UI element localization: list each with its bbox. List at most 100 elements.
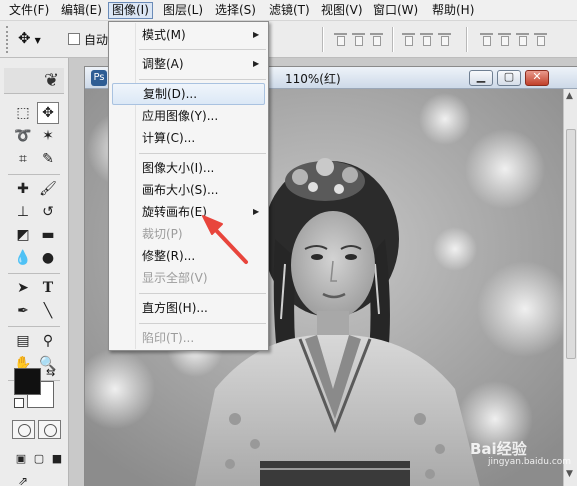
distribute-top-icon[interactable] bbox=[478, 30, 495, 47]
menu-filter[interactable]: 滤镜(T) bbox=[266, 2, 313, 19]
screen-mode-max-icon[interactable]: ■ bbox=[46, 448, 68, 470]
move-arrow-icon: ✥ bbox=[18, 29, 31, 47]
menu-bar: 文件(F) 编辑(E) 图像(I) 图层(L) 选择(S) 滤镜(T) 视图(V… bbox=[0, 0, 577, 21]
align-right-icon[interactable] bbox=[436, 30, 453, 47]
menu-item-apply-image[interactable]: 应用图像(Y)... bbox=[109, 105, 268, 127]
brush-icon[interactable]: 🖌 bbox=[37, 178, 59, 200]
distribute-vcenter-icon[interactable] bbox=[496, 30, 513, 47]
document-title: 110%(红) bbox=[285, 72, 341, 86]
history-brush-icon[interactable]: ↺ bbox=[37, 201, 59, 223]
watermark-text: Bai经验 bbox=[470, 440, 527, 458]
divider bbox=[392, 27, 394, 52]
chevron-down-icon: ▼ bbox=[34, 36, 41, 45]
gradient-icon[interactable]: ▬ bbox=[37, 224, 59, 246]
menu-view[interactable]: 视图(V) bbox=[318, 2, 366, 19]
options-grip[interactable] bbox=[6, 26, 10, 53]
type-icon[interactable]: T bbox=[37, 277, 59, 299]
menu-item-label: 显示全部(V) bbox=[142, 271, 208, 285]
menu-item-label: 模式(M) bbox=[142, 28, 186, 42]
default-colors-icon[interactable] bbox=[14, 398, 24, 408]
menu-item-image-size[interactable]: 图像大小(I)... bbox=[109, 157, 268, 179]
menu-item-adjustments[interactable]: 调整(A) ▶ bbox=[109, 53, 268, 75]
menu-item-label: 调整(A) bbox=[142, 57, 184, 71]
menu-separator bbox=[139, 153, 266, 154]
menu-item-trim[interactable]: 修整(R)... bbox=[109, 245, 268, 267]
menu-edit[interactable]: 编辑(E) bbox=[58, 2, 105, 19]
menu-item-duplicate[interactable]: 复制(D)... bbox=[112, 83, 265, 105]
menu-item-label: 修整(R)... bbox=[142, 249, 196, 263]
lasso-icon[interactable]: ➰ bbox=[12, 125, 34, 147]
align-bottom-icon[interactable] bbox=[368, 30, 385, 47]
notes-icon[interactable]: ▤ bbox=[12, 330, 34, 352]
submenu-arrow-icon: ▶ bbox=[253, 30, 260, 39]
menu-help[interactable]: 帮助(H) bbox=[429, 2, 477, 19]
feather-logo-icon: ❦ bbox=[44, 70, 60, 91]
foreground-color-swatch[interactable] bbox=[14, 368, 41, 395]
menu-item-label: 应用图像(Y)... bbox=[142, 109, 219, 123]
menu-image[interactable]: 图像(I) bbox=[108, 2, 153, 19]
scroll-thumb[interactable] bbox=[566, 129, 576, 359]
magic-wand-icon[interactable]: ✶ bbox=[37, 125, 59, 147]
menu-item-label: 直方图(H)... bbox=[142, 301, 208, 315]
menu-layer[interactable]: 图层(L) bbox=[160, 2, 206, 19]
menu-item-mode[interactable]: 模式(M) ▶ bbox=[109, 24, 268, 46]
dodge-icon[interactable]: ● bbox=[37, 247, 59, 269]
menu-select[interactable]: 选择(S) bbox=[212, 2, 259, 19]
blur-icon[interactable]: 💧 bbox=[12, 247, 34, 269]
menu-item-label: 计算(C)... bbox=[142, 131, 196, 145]
align-hcenter-icon[interactable] bbox=[418, 30, 435, 47]
align-buttons-2 bbox=[400, 30, 454, 48]
close-icon: ✕ bbox=[532, 70, 542, 83]
align-left-icon[interactable] bbox=[400, 30, 417, 47]
marquee-icon[interactable]: ⬚ bbox=[12, 102, 34, 124]
menu-item-rotate-canvas[interactable]: 旋转画布(E) ▶ bbox=[109, 201, 268, 223]
scroll-down-icon[interactable]: ▼ bbox=[566, 469, 573, 479]
divider bbox=[322, 27, 324, 52]
menu-item-reveal-all: 显示全部(V) bbox=[109, 267, 268, 289]
align-top-icon[interactable] bbox=[332, 30, 349, 47]
eyedropper-icon[interactable]: ⚲ bbox=[37, 330, 59, 352]
submenu-arrow-icon: ▶ bbox=[253, 207, 260, 216]
jump-to-imageready-icon[interactable]: ⇗ bbox=[12, 470, 34, 486]
distribute-bottom-icon[interactable] bbox=[514, 30, 531, 47]
menu-item-calculations[interactable]: 计算(C)... bbox=[109, 127, 268, 149]
path-select-icon[interactable]: ➤ bbox=[12, 277, 34, 299]
slice-icon[interactable]: ✎ bbox=[37, 148, 59, 170]
align-vcenter-icon[interactable] bbox=[350, 30, 367, 47]
move-tool-preset[interactable]: ✥ ▼ bbox=[18, 29, 54, 49]
crop-icon[interactable]: ⌗ bbox=[12, 148, 34, 170]
menu-item-canvas-size[interactable]: 画布大小(S)... bbox=[109, 179, 268, 201]
vertical-scrollbar[interactable]: ▲ ▼ bbox=[563, 89, 577, 486]
line-icon[interactable]: ╲ bbox=[37, 300, 59, 322]
clone-stamp-icon[interactable]: ⊥ bbox=[12, 201, 34, 223]
toolbox-divider bbox=[8, 326, 60, 327]
healing-brush-icon[interactable]: ✚ bbox=[12, 178, 34, 200]
minimize-button[interactable]: ▁ bbox=[469, 70, 493, 86]
menu-separator bbox=[139, 323, 266, 324]
quick-mask-button[interactable] bbox=[38, 420, 61, 439]
options-bar: ✥ ▼ 自动 bbox=[0, 21, 577, 58]
auto-select-checkbox[interactable] bbox=[68, 33, 80, 45]
align-buttons bbox=[332, 30, 386, 48]
move-icon[interactable]: ✥ bbox=[37, 102, 59, 124]
menu-item-label: 画布大小(S)... bbox=[142, 183, 219, 197]
scroll-up-icon[interactable]: ▲ bbox=[566, 91, 573, 101]
standard-mode-button[interactable] bbox=[12, 420, 35, 439]
close-button[interactable]: ✕ bbox=[525, 70, 549, 86]
menu-item-histogram[interactable]: 直方图(H)... bbox=[109, 297, 268, 319]
pen-icon[interactable]: ✒ bbox=[12, 300, 34, 322]
photoshop-doc-icon: Ps bbox=[91, 70, 107, 86]
auto-select-label: 自动 bbox=[84, 33, 109, 47]
toolbox-header: ❦ bbox=[4, 68, 64, 94]
eraser-icon[interactable]: ◩ bbox=[12, 224, 34, 246]
menu-window[interactable]: 窗口(W) bbox=[370, 2, 421, 19]
menu-file[interactable]: 文件(F) bbox=[6, 2, 52, 19]
swap-colors-icon[interactable]: ⇆ bbox=[46, 366, 55, 379]
distribute-left-icon[interactable] bbox=[532, 30, 549, 47]
watermark: Bai经验 jingyan.baidu.com bbox=[470, 438, 571, 467]
menu-separator bbox=[139, 49, 266, 50]
maximize-button[interactable]: ▢ bbox=[497, 70, 521, 86]
menu-item-label: 旋转画布(E) bbox=[142, 205, 207, 219]
toolbox: ❦ ⬚ ✥ ➰ ✶ ⌗ ✎ ✚ 🖌 ⊥ ↺ ◩ ▬ 💧 ● ➤ T ✒ ╲ ▤ … bbox=[0, 58, 69, 486]
watermark-subtext: jingyan.baidu.com bbox=[488, 457, 572, 467]
